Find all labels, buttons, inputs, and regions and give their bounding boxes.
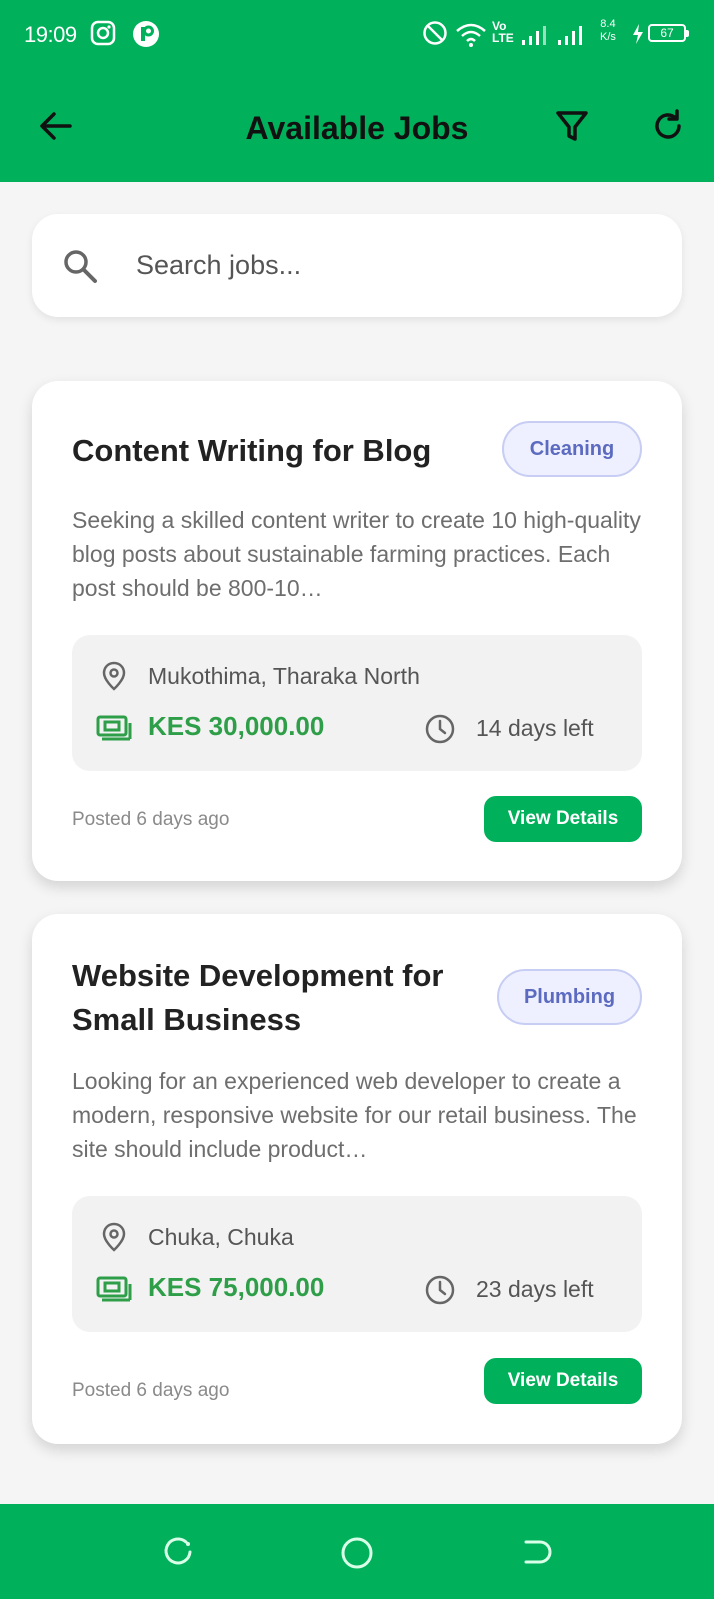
job-card[interactable]: Content Writing for Blog Cleaning Seekin… <box>32 381 682 881</box>
refresh-button[interactable] <box>644 104 692 152</box>
wifi-icon <box>455 22 487 53</box>
location-pin-icon <box>102 661 126 696</box>
clock-icon <box>424 1274 456 1311</box>
filter-icon <box>554 108 590 149</box>
back-nav-icon[interactable] <box>520 1536 552 1573</box>
app-bar: Available Jobs <box>0 72 714 182</box>
search-input[interactable]: Search jobs... <box>136 250 301 281</box>
volte-label: Vo LTE <box>492 19 514 45</box>
view-details-button[interactable]: View Details <box>484 796 642 842</box>
category-badge: Cleaning <box>502 421 642 477</box>
status-time: 19:09 <box>24 22 77 47</box>
job-title: Content Writing for Blog <box>72 433 432 468</box>
filter-button[interactable] <box>548 104 596 152</box>
job-info-panel: Chuka, Chuka KES 75,000.00 23 days left <box>72 1196 642 1332</box>
charging-icon <box>632 24 644 49</box>
instagram-icon <box>90 20 116 51</box>
search-bar[interactable]: Search jobs... <box>32 214 682 317</box>
recent-apps-icon[interactable] <box>162 1536 194 1573</box>
job-location: Mukothima, Tharaka North <box>148 663 420 689</box>
job-description: Seeking a skilled content writer to crea… <box>72 507 641 601</box>
clock-icon <box>424 713 456 750</box>
net-speed: 8.4 K/s <box>600 18 616 44</box>
net-speed-value: 8.4 <box>600 18 616 30</box>
job-card[interactable]: Website Development for Small Business P… <box>32 914 682 1444</box>
job-info-panel: Mukothima, Tharaka North KES 30,000.00 1… <box>72 635 642 771</box>
money-icon <box>96 1276 132 1307</box>
money-icon <box>96 715 132 746</box>
job-description: Looking for an experienced web developer… <box>72 1068 637 1162</box>
posted-time: Posted 6 days ago <box>72 1380 230 1401</box>
app-notification-icon <box>132 20 160 53</box>
system-nav-bar <box>0 1504 714 1599</box>
page-title: Available Jobs <box>245 110 469 146</box>
view-details-button[interactable]: View Details <box>484 1358 642 1404</box>
home-icon[interactable] <box>340 1536 374 1575</box>
job-price: KES 30,000.00 <box>148 711 325 741</box>
status-bar: 19:09 Vo LTE 8.4 K/s 67 <box>0 0 714 72</box>
refresh-icon <box>650 108 686 149</box>
search-icon <box>60 246 100 291</box>
job-deadline: 14 days left <box>476 715 594 741</box>
signal-icon-2 <box>556 24 588 51</box>
job-price: KES 75,000.00 <box>148 1272 325 1302</box>
job-location: Chuka, Chuka <box>148 1224 294 1250</box>
posted-time: Posted 6 days ago <box>72 809 230 830</box>
job-title: Website Development for Small Business <box>72 958 444 1037</box>
location-pin-icon <box>102 1222 126 1257</box>
signal-icon-1 <box>520 24 552 51</box>
category-badge: Plumbing <box>497 969 642 1025</box>
dnd-icon <box>422 20 448 51</box>
net-speed-unit: K/s <box>600 31 616 43</box>
battery-icon: 67 <box>648 24 689 42</box>
job-deadline: 23 days left <box>476 1276 594 1302</box>
